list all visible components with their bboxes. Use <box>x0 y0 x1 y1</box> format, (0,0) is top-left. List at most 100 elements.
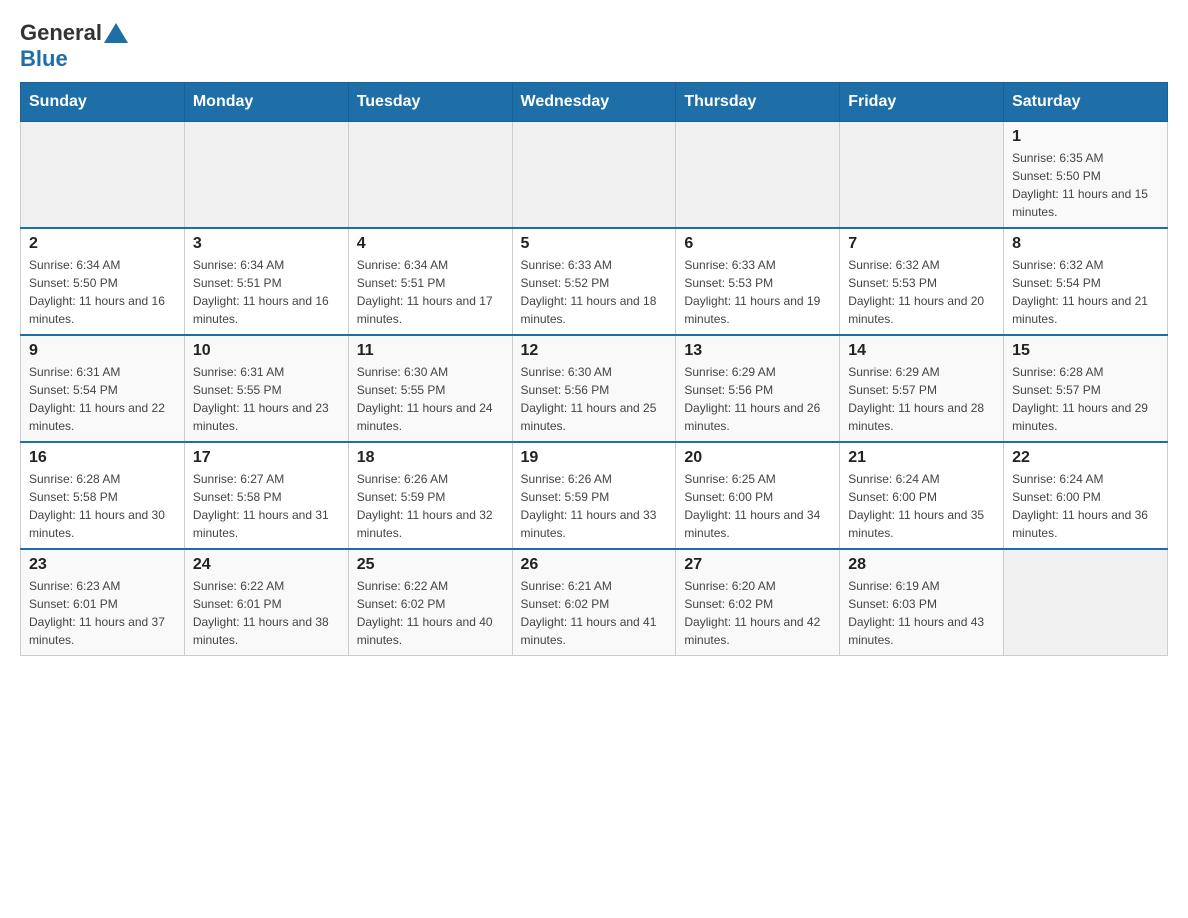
day-number: 22 <box>1012 449 1159 467</box>
calendar-week-row: 1 Sunrise: 6:35 AMSunset: 5:50 PMDaylight… <box>21 122 1168 229</box>
day-info: Sunrise: 6:30 AMSunset: 5:56 PMDaylight:… <box>521 363 668 435</box>
calendar-day-cell: 11 Sunrise: 6:30 AMSunset: 5:55 PMDayligh… <box>348 335 512 442</box>
calendar-day-cell: 27 Sunrise: 6:20 AMSunset: 6:02 PMDayligh… <box>676 549 840 656</box>
day-info: Sunrise: 6:27 AMSunset: 5:58 PMDaylight:… <box>193 470 340 542</box>
calendar-day-cell: 19 Sunrise: 6:26 AMSunset: 5:59 PMDayligh… <box>512 442 676 549</box>
calendar-day-cell <box>184 122 348 229</box>
day-info: Sunrise: 6:26 AMSunset: 5:59 PMDaylight:… <box>357 470 504 542</box>
day-info: Sunrise: 6:35 AMSunset: 5:50 PMDaylight:… <box>1012 149 1159 221</box>
day-number: 21 <box>848 449 995 467</box>
day-info: Sunrise: 6:28 AMSunset: 5:58 PMDaylight:… <box>29 470 176 542</box>
calendar-day-cell: 25 Sunrise: 6:22 AMSunset: 6:02 PMDayligh… <box>348 549 512 656</box>
day-number: 20 <box>684 449 831 467</box>
day-of-week-header: Tuesday <box>348 83 512 122</box>
calendar-day-cell: 16 Sunrise: 6:28 AMSunset: 5:58 PMDayligh… <box>21 442 185 549</box>
day-of-week-header: Monday <box>184 83 348 122</box>
day-info: Sunrise: 6:34 AMSunset: 5:51 PMDaylight:… <box>357 256 504 328</box>
calendar-day-cell: 4Sunrise: 6:34 AMSunset: 5:51 PMDaylight… <box>348 228 512 335</box>
day-of-week-header: Wednesday <box>512 83 676 122</box>
calendar-day-cell: 20 Sunrise: 6:25 AMSunset: 6:00 PMDayligh… <box>676 442 840 549</box>
calendar-day-cell <box>1004 549 1168 656</box>
day-of-week-header: Saturday <box>1004 83 1168 122</box>
calendar-day-cell: 18 Sunrise: 6:26 AMSunset: 5:59 PMDayligh… <box>348 442 512 549</box>
calendar-day-cell <box>348 122 512 229</box>
day-of-week-header: Sunday <box>21 83 185 122</box>
day-info: Sunrise: 6:23 AMSunset: 6:01 PMDaylight:… <box>29 577 176 649</box>
day-number: 11 <box>357 342 504 360</box>
day-of-week-header: Thursday <box>676 83 840 122</box>
calendar-day-cell: 14 Sunrise: 6:29 AMSunset: 5:57 PMDayligh… <box>840 335 1004 442</box>
day-info: Sunrise: 6:24 AMSunset: 6:00 PMDaylight:… <box>848 470 995 542</box>
day-info: Sunrise: 6:34 AMSunset: 5:51 PMDaylight:… <box>193 256 340 328</box>
day-number: 2 <box>29 235 176 253</box>
calendar-day-cell: 17 Sunrise: 6:27 AMSunset: 5:58 PMDayligh… <box>184 442 348 549</box>
day-info: Sunrise: 6:25 AMSunset: 6:00 PMDaylight:… <box>684 470 831 542</box>
day-info: Sunrise: 6:32 AMSunset: 5:54 PMDaylight:… <box>1012 256 1159 328</box>
calendar-day-cell: 22 Sunrise: 6:24 AMSunset: 6:00 PMDayligh… <box>1004 442 1168 549</box>
day-info: Sunrise: 6:24 AMSunset: 6:00 PMDaylight:… <box>1012 470 1159 542</box>
calendar-day-cell <box>676 122 840 229</box>
day-info: Sunrise: 6:30 AMSunset: 5:55 PMDaylight:… <box>357 363 504 435</box>
day-number: 9 <box>29 342 176 360</box>
calendar-day-cell: 7 Sunrise: 6:32 AMSunset: 5:53 PMDaylight… <box>840 228 1004 335</box>
day-info: Sunrise: 6:33 AMSunset: 5:52 PMDaylight:… <box>521 256 668 328</box>
day-number: 15 <box>1012 342 1159 360</box>
calendar-day-cell: 2 Sunrise: 6:34 AMSunset: 5:50 PMDaylight… <box>21 228 185 335</box>
calendar-day-cell: 3 Sunrise: 6:34 AMSunset: 5:51 PMDaylight… <box>184 228 348 335</box>
day-number: 28 <box>848 556 995 574</box>
day-number: 18 <box>357 449 504 467</box>
calendar-header-row: SundayMondayTuesdayWednesdayThursdayFrid… <box>21 83 1168 122</box>
day-info: Sunrise: 6:32 AMSunset: 5:53 PMDaylight:… <box>848 256 995 328</box>
day-number: 17 <box>193 449 340 467</box>
day-of-week-header: Friday <box>840 83 1004 122</box>
day-number: 14 <box>848 342 995 360</box>
calendar-week-row: 2 Sunrise: 6:34 AMSunset: 5:50 PMDaylight… <box>21 228 1168 335</box>
day-info: Sunrise: 6:26 AMSunset: 5:59 PMDaylight:… <box>521 470 668 542</box>
calendar-day-cell: 12Sunrise: 6:30 AMSunset: 5:56 PMDayligh… <box>512 335 676 442</box>
calendar-day-cell: 8 Sunrise: 6:32 AMSunset: 5:54 PMDaylight… <box>1004 228 1168 335</box>
day-info: Sunrise: 6:22 AMSunset: 6:01 PMDaylight:… <box>193 577 340 649</box>
calendar-day-cell: 26Sunrise: 6:21 AMSunset: 6:02 PMDayligh… <box>512 549 676 656</box>
logo-triangle-icon <box>104 23 128 43</box>
day-number: 10 <box>193 342 340 360</box>
day-number: 5 <box>521 235 668 253</box>
calendar-table: SundayMondayTuesdayWednesdayThursdayFrid… <box>20 82 1168 656</box>
logo-general-text: General <box>20 20 102 46</box>
day-info: Sunrise: 6:29 AMSunset: 5:56 PMDaylight:… <box>684 363 831 435</box>
day-info: Sunrise: 6:29 AMSunset: 5:57 PMDaylight:… <box>848 363 995 435</box>
day-info: Sunrise: 6:34 AMSunset: 5:50 PMDaylight:… <box>29 256 176 328</box>
day-number: 1 <box>1012 128 1159 146</box>
day-number: 8 <box>1012 235 1159 253</box>
day-info: Sunrise: 6:31 AMSunset: 5:54 PMDaylight:… <box>29 363 176 435</box>
calendar-day-cell: 6 Sunrise: 6:33 AMSunset: 5:53 PMDaylight… <box>676 228 840 335</box>
day-info: Sunrise: 6:19 AMSunset: 6:03 PMDaylight:… <box>848 577 995 649</box>
day-number: 3 <box>193 235 340 253</box>
calendar-day-cell: 15Sunrise: 6:28 AMSunset: 5:57 PMDayligh… <box>1004 335 1168 442</box>
logo: General Blue <box>20 20 130 72</box>
day-number: 27 <box>684 556 831 574</box>
calendar-day-cell: 1 Sunrise: 6:35 AMSunset: 5:50 PMDaylight… <box>1004 122 1168 229</box>
day-number: 23 <box>29 556 176 574</box>
calendar-day-cell: 10 Sunrise: 6:31 AMSunset: 5:55 PMDayligh… <box>184 335 348 442</box>
day-number: 25 <box>357 556 504 574</box>
calendar-day-cell: 24 Sunrise: 6:22 AMSunset: 6:01 PMDayligh… <box>184 549 348 656</box>
day-number: 13 <box>684 342 831 360</box>
day-info: Sunrise: 6:31 AMSunset: 5:55 PMDaylight:… <box>193 363 340 435</box>
calendar-week-row: 9 Sunrise: 6:31 AMSunset: 5:54 PMDaylight… <box>21 335 1168 442</box>
calendar-week-row: 16 Sunrise: 6:28 AMSunset: 5:58 PMDayligh… <box>21 442 1168 549</box>
calendar-day-cell <box>840 122 1004 229</box>
calendar-day-cell: 23 Sunrise: 6:23 AMSunset: 6:01 PMDayligh… <box>21 549 185 656</box>
day-number: 7 <box>848 235 995 253</box>
calendar-day-cell: 5 Sunrise: 6:33 AMSunset: 5:52 PMDaylight… <box>512 228 676 335</box>
day-number: 16 <box>29 449 176 467</box>
calendar-day-cell <box>512 122 676 229</box>
day-info: Sunrise: 6:33 AMSunset: 5:53 PMDaylight:… <box>684 256 831 328</box>
calendar-week-row: 23 Sunrise: 6:23 AMSunset: 6:01 PMDayligh… <box>21 549 1168 656</box>
calendar-day-cell: 9 Sunrise: 6:31 AMSunset: 5:54 PMDaylight… <box>21 335 185 442</box>
day-number: 24 <box>193 556 340 574</box>
day-info: Sunrise: 6:22 AMSunset: 6:02 PMDaylight:… <box>357 577 504 649</box>
day-number: 19 <box>521 449 668 467</box>
page-header: General Blue <box>20 20 1168 72</box>
day-number: 6 <box>684 235 831 253</box>
day-info: Sunrise: 6:20 AMSunset: 6:02 PMDaylight:… <box>684 577 831 649</box>
